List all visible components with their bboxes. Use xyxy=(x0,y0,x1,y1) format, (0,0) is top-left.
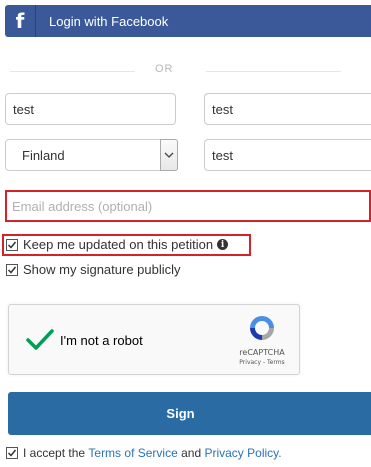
recaptcha-widget: I'm not a robot reCAPTCHA Privacy - Term… xyxy=(8,304,300,375)
checkmark-icon xyxy=(7,241,17,249)
checkmark-icon xyxy=(7,449,17,457)
show-signature-option[interactable]: Show my signature publicly xyxy=(6,262,181,277)
or-line-left xyxy=(10,71,135,72)
or-divider: OR xyxy=(0,60,371,80)
keep-updated-option[interactable]: Keep me updated on this petition i xyxy=(6,237,229,252)
sign-button[interactable]: Sign xyxy=(8,392,371,435)
recaptcha-privacy-link[interactable]: Privacy xyxy=(239,359,261,366)
or-text: OR xyxy=(155,63,174,75)
keep-updated-checkbox[interactable] xyxy=(6,238,18,251)
chevron-down-icon[interactable] xyxy=(160,139,178,171)
terms-of-service-link[interactable]: Terms of Service xyxy=(88,446,177,460)
accept-terms-checkbox[interactable] xyxy=(6,447,18,459)
accept-terms-option[interactable]: I accept the Terms of Service and Privac… xyxy=(6,446,282,460)
privacy-policy-link[interactable]: Privacy Policy. xyxy=(204,446,281,460)
checkmark-icon xyxy=(7,266,17,274)
first-name-field[interactable]: test xyxy=(5,93,176,125)
login-with-facebook-button[interactable]: f Login with Facebook xyxy=(5,5,371,37)
email-input[interactable] xyxy=(7,192,369,220)
show-signature-label: Show my signature publicly xyxy=(23,262,181,277)
facebook-f-icon: f xyxy=(15,9,25,33)
last-name-field[interactable]: test xyxy=(204,93,371,125)
accept-and: and xyxy=(181,446,202,460)
recaptcha-checkmark-icon[interactable] xyxy=(26,328,54,352)
postal-code-value: test xyxy=(212,147,233,163)
first-name-value: test xyxy=(13,101,34,117)
last-name-value: test xyxy=(212,101,233,117)
info-icon[interactable]: i xyxy=(217,239,229,250)
country-value: Finland xyxy=(22,147,65,163)
recaptcha-brand: reCAPTCHA xyxy=(239,348,285,357)
recaptcha-logo-icon xyxy=(250,316,274,340)
show-signature-checkbox[interactable] xyxy=(6,263,18,276)
facebook-button-divider xyxy=(35,5,36,37)
accept-prefix: I accept the xyxy=(23,446,86,460)
recaptcha-label: I'm not a robot xyxy=(60,333,143,348)
facebook-button-label: Login with Facebook xyxy=(49,13,169,29)
keep-updated-label: Keep me updated on this petition xyxy=(23,237,214,252)
or-line-right xyxy=(206,71,341,72)
recaptcha-links: Privacy - Terms xyxy=(227,359,297,366)
recaptcha-terms-link[interactable]: Terms xyxy=(267,359,285,366)
postal-code-field[interactable]: test xyxy=(204,139,371,171)
country-select[interactable]: Finland xyxy=(5,139,178,171)
email-field[interactable] xyxy=(5,190,371,222)
